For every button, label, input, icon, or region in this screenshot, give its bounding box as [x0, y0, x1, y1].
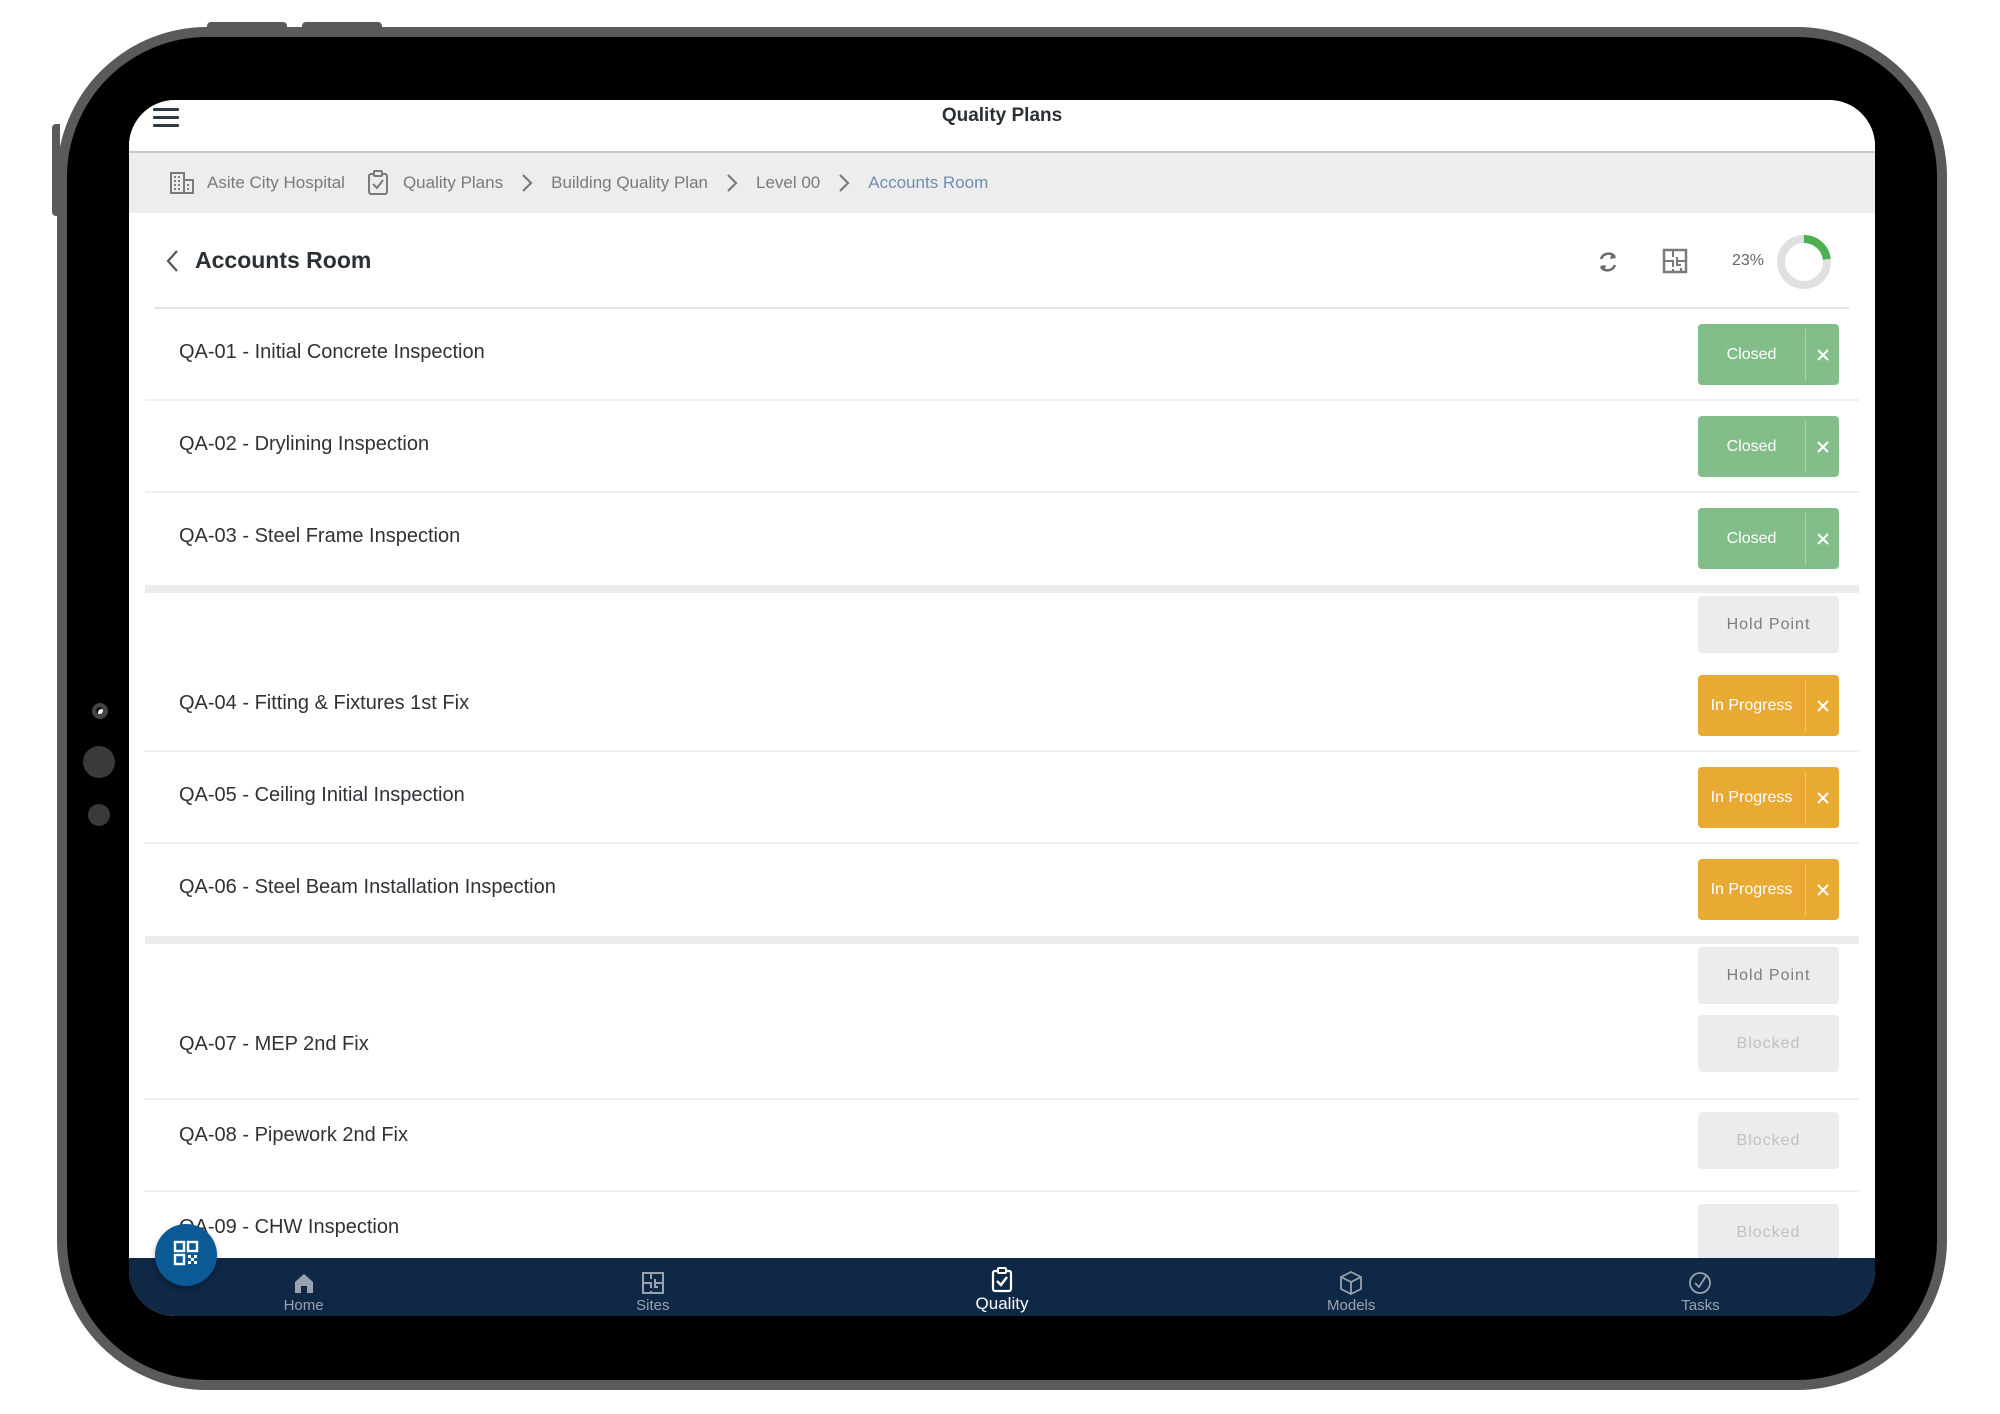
- app-header: Quality Plans: [129, 100, 1875, 153]
- floorplan-icon[interactable]: [1661, 247, 1691, 277]
- list-item[interactable]: QA-05 - Ceiling Initial Inspection In Pr…: [145, 752, 1859, 844]
- cube-icon: [1338, 1270, 1364, 1296]
- list-item[interactable]: QA-06 - Steel Beam Installation Inspecti…: [145, 844, 1859, 936]
- bottom-nav: Home Sites Quality Models Tasks: [129, 1258, 1875, 1316]
- qr-code-icon: [173, 1240, 199, 1271]
- page-title: Accounts Room: [195, 247, 372, 273]
- inspection-title: QA-07 - MEP 2nd Fix: [179, 1033, 369, 1055]
- check-circle-icon: [1687, 1270, 1713, 1296]
- inspection-title: QA-02 - Drylining Inspection: [179, 433, 430, 455]
- breadcrumb-item-current[interactable]: Accounts Room: [868, 173, 988, 193]
- floorplan-icon: [640, 1270, 666, 1296]
- inspection-title: QA-06 - Steel Beam Installation Inspecti…: [179, 876, 556, 898]
- hold-point-label: Hold Point: [1726, 966, 1811, 984]
- close-icon[interactable]: [1805, 863, 1839, 916]
- hold-point-row: Hold Point: [145, 593, 1859, 660]
- nav-label: Home: [283, 1297, 324, 1314]
- inspection-title: QA-09 - CHW Inspection: [179, 1216, 400, 1238]
- status-label: Blocked: [1736, 1131, 1801, 1149]
- camera-icon: [92, 703, 108, 719]
- group-divider: [145, 936, 1859, 944]
- hold-point-row: Hold Point: [145, 944, 1859, 1011]
- sensor-small: [88, 804, 110, 826]
- page-header: Accounts Room 23%: [155, 213, 1849, 309]
- breadcrumb-label: Level 00: [755, 173, 821, 192]
- qr-scan-button[interactable]: [155, 1224, 217, 1286]
- building-icon: [169, 170, 195, 196]
- app-title: Quality Plans: [941, 105, 1063, 126]
- status-badge-closed[interactable]: Closed: [1698, 508, 1839, 569]
- status-badge-in-progress[interactable]: In Progress: [1698, 767, 1839, 828]
- breadcrumb-label: Building Quality Plan: [551, 173, 708, 192]
- app-screen: Quality Plans Asite City Hospital Qualit…: [129, 100, 1875, 1316]
- status-badge-in-progress[interactable]: In Progress: [1698, 859, 1839, 920]
- chevron-right-icon: [834, 170, 854, 196]
- inspection-title: QA-08 - Pipework 2nd Fix: [179, 1124, 408, 1146]
- list-item[interactable]: QA-03 - Steel Frame Inspection Closed: [145, 493, 1859, 585]
- status-label: Closed: [1726, 345, 1777, 363]
- inspection-title: QA-03 - Steel Frame Inspection: [179, 525, 461, 547]
- status-badge-blocked: Blocked: [1698, 1015, 1839, 1072]
- close-icon[interactable]: [1805, 771, 1839, 824]
- breadcrumb: Asite City Hospital Quality Plans Buildi…: [129, 153, 1875, 213]
- breadcrumb-item-plan[interactable]: Building Quality Plan: [551, 173, 708, 193]
- hold-point-button[interactable]: Hold Point: [1698, 947, 1839, 1004]
- status-label: Closed: [1726, 529, 1777, 547]
- nav-item-sites[interactable]: Sites: [478, 1258, 827, 1316]
- close-icon[interactable]: [1805, 679, 1839, 732]
- inspection-title: QA-04 - Fitting & Fixtures 1st Fix: [179, 692, 470, 714]
- nav-label: Sites: [636, 1297, 670, 1314]
- chevron-right-icon: [517, 170, 537, 196]
- inspection-list: QA-01 - Initial Concrete Inspection Clos…: [145, 309, 1859, 1284]
- hold-point-button[interactable]: Hold Point: [1698, 596, 1839, 653]
- back-chevron-icon[interactable]: [165, 248, 185, 274]
- list-item[interactable]: QA-02 - Drylining Inspection Closed: [145, 401, 1859, 493]
- group-divider: [145, 585, 1859, 593]
- sync-icon[interactable]: [1593, 247, 1623, 277]
- clipboard-check-icon: [365, 170, 391, 196]
- status-label: In Progress: [1710, 788, 1793, 806]
- close-icon[interactable]: [1805, 512, 1839, 565]
- inspection-title: QA-01 - Initial Concrete Inspection: [179, 341, 485, 363]
- status-badge-blocked: Blocked: [1698, 1204, 1839, 1261]
- nav-label: Tasks: [1681, 1297, 1720, 1314]
- status-badge-closed[interactable]: Closed: [1698, 416, 1839, 477]
- breadcrumb-item-level[interactable]: Level 00: [756, 173, 820, 193]
- inspection-title: QA-05 - Ceiling Initial Inspection: [179, 784, 465, 806]
- sensor-large: [83, 746, 115, 778]
- progress-percent: 23%: [1731, 252, 1764, 269]
- list-item[interactable]: QA-04 - Fitting & Fixtures 1st Fix In Pr…: [145, 660, 1859, 752]
- nav-item-quality[interactable]: Quality: [827, 1258, 1176, 1316]
- progress-ring: [1777, 235, 1831, 289]
- breadcrumb-label: Accounts Room: [868, 173, 989, 192]
- breadcrumb-label: Quality Plans: [402, 173, 504, 192]
- list-item[interactable]: QA-08 - Pipework 2nd Fix Blocked: [145, 1100, 1859, 1192]
- status-badge-closed[interactable]: Closed: [1698, 324, 1839, 385]
- breadcrumb-item-quality-plans[interactable]: Quality Plans: [365, 170, 503, 196]
- status-label: Closed: [1726, 437, 1777, 455]
- status-badge-in-progress[interactable]: In Progress: [1698, 675, 1839, 736]
- nav-label: Quality: [975, 1294, 1029, 1313]
- status-label: In Progress: [1710, 696, 1793, 714]
- nav-item-models[interactable]: Models: [1177, 1258, 1526, 1316]
- nav-item-tasks[interactable]: Tasks: [1526, 1258, 1875, 1316]
- hold-point-label: Hold Point: [1726, 615, 1811, 633]
- nav-label: Models: [1327, 1297, 1376, 1314]
- status-label: Blocked: [1736, 1034, 1801, 1052]
- home-icon: [291, 1270, 317, 1296]
- close-icon[interactable]: [1805, 420, 1839, 473]
- status-label: In Progress: [1710, 880, 1793, 898]
- close-icon[interactable]: [1805, 328, 1839, 381]
- chevron-right-icon: [722, 170, 742, 196]
- list-item[interactable]: QA-07 - MEP 2nd Fix Blocked: [145, 1011, 1859, 1100]
- breadcrumb-label: Asite City Hospital: [207, 173, 345, 192]
- status-label: Blocked: [1736, 1223, 1801, 1241]
- clipboard-check-icon: [989, 1267, 1015, 1293]
- breadcrumb-item-site[interactable]: Asite City Hospital: [169, 170, 345, 196]
- status-badge-blocked: Blocked: [1698, 1112, 1839, 1169]
- list-item[interactable]: QA-01 - Initial Concrete Inspection Clos…: [145, 309, 1859, 401]
